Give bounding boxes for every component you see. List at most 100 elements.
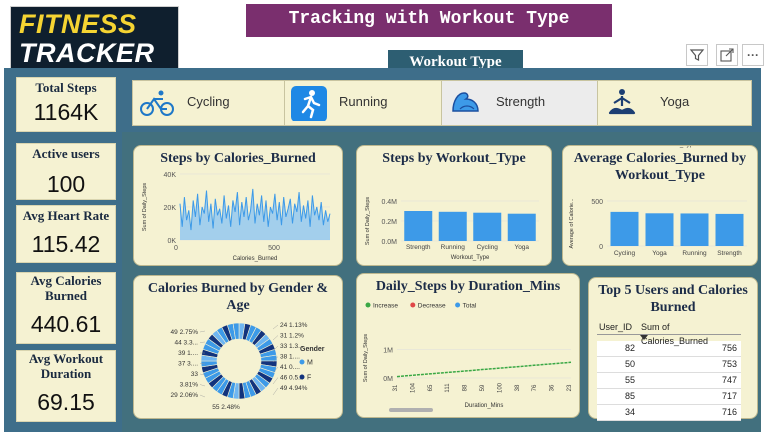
legend-marker xyxy=(365,302,371,308)
card-avg-calories[interactable]: Average Calories_Burned by Workout_Type … xyxy=(562,145,758,266)
slicer-item-yoga[interactable]: Yoga xyxy=(597,80,752,126)
cell-calories: 756 xyxy=(721,343,737,353)
donut-data-label: 24 1.13% xyxy=(280,322,308,329)
bar-cycling xyxy=(473,212,502,241)
slicer-label: Running xyxy=(339,94,388,109)
legend-title: Gender xyxy=(300,346,325,353)
y-tick-label: 500 xyxy=(591,199,603,206)
card-steps-by-calories[interactable]: Steps by Calories_Burned 40K 20K 0K 0 500 Cal… xyxy=(133,145,343,266)
kpi-value: 440.61 xyxy=(30,311,102,337)
y-axis-label: Sum of Daily_Steps xyxy=(142,183,148,232)
donut-data-label: 31 1.2% xyxy=(280,333,304,340)
table-body: 82 756 50 753 55 747 85 717 34 716 xyxy=(597,341,741,421)
kpi-avg-calories: Avg Calories Burned 440.61 xyxy=(16,272,116,344)
col-header-user-id[interactable]: User_ID xyxy=(597,320,641,334)
x-tick-label: 65 xyxy=(428,384,434,391)
x-tick-label: 0 xyxy=(174,245,178,252)
table-row[interactable]: 34 716 xyxy=(597,405,741,421)
y-tick-label: 0.2M xyxy=(381,219,397,226)
donut-data-label: 49 2.75% xyxy=(171,329,199,336)
top5-table: User_ID Sum of Calories_Burned 82 756 50 75… xyxy=(597,320,741,421)
y-tick-label: 0K xyxy=(167,238,176,245)
chart-daily-steps-duration: Increase Decrease Total 1M 0M31 104 65 111 88 59 1… xyxy=(363,302,573,412)
x-axis-label: Duration_Mins xyxy=(465,403,504,409)
y-tick-label: 0.0M xyxy=(381,239,397,246)
table-row[interactable]: 55 747 xyxy=(597,373,741,389)
cell-calories: 747 xyxy=(721,375,737,385)
slicer-label: Cycling xyxy=(187,94,230,109)
y-axis-label: Sum of Daily_Steps xyxy=(363,334,369,383)
y-tick-label: 0 xyxy=(599,244,603,251)
y-tick-label: 20K xyxy=(164,205,177,212)
kpi-value: 100 xyxy=(46,171,86,197)
x-tick-label: 23 xyxy=(567,384,573,391)
expand-icon[interactable] xyxy=(716,44,738,66)
more-options-icon[interactable]: ··· xyxy=(742,44,764,66)
legend-label: M xyxy=(307,360,313,367)
donut-data-label: 55 2.48% xyxy=(212,404,240,411)
donut-data-label: 39 1.... xyxy=(178,350,198,357)
card-steps-by-workout[interactable]: Steps by Workout_Type 0.4M 0.2M 0.0M Streng… xyxy=(356,145,552,266)
table-row[interactable]: 82 756 xyxy=(597,341,741,357)
donut-data-label: 29 2.06% xyxy=(171,392,199,399)
chart-title: Top 5 Users and Calories Burned xyxy=(598,283,748,315)
donut-leader-line xyxy=(199,384,206,387)
x-tick-label: 76 xyxy=(532,384,538,391)
slicer-item-strength[interactable]: Strength xyxy=(441,80,598,126)
x-tick-label: 88 xyxy=(463,384,469,391)
x-tick-label: 111 xyxy=(445,383,451,393)
donut-data-label: 44 3.3... xyxy=(175,340,199,347)
cell-calories: 717 xyxy=(721,391,737,401)
table-row[interactable]: 50 753 xyxy=(597,357,741,373)
x-tick-label: 36 xyxy=(550,384,556,391)
cumulative-line xyxy=(396,361,572,378)
cycling-icon xyxy=(140,90,174,116)
card-top5-users[interactable]: Top 5 Users and Calories Burned User_ID … xyxy=(588,277,758,421)
app-logo: FITNESS TRACKER xyxy=(10,6,179,70)
donut-data-label: 33 xyxy=(191,371,199,378)
chart-steps-by-calories: 40K 20K 0K0 500 Calories_Burned Sum of Daily_… xyxy=(142,172,331,262)
card-calories-gender-age[interactable]: Calories Burned by Gender & Age 49 2.75%… xyxy=(133,275,343,419)
donut-leader-line xyxy=(272,377,279,385)
legend-marker xyxy=(410,302,416,308)
y-tick-label: 0M xyxy=(383,376,393,383)
card-daily-steps-duration[interactable]: Daily_Steps by Duration_Mins Increase Dec… xyxy=(356,273,580,418)
kpi-value: 1164K xyxy=(33,99,99,125)
bar-cycling xyxy=(610,211,639,246)
col-header-calories[interactable]: Sum of Calories_Burned xyxy=(641,320,741,346)
donut-data-label: 49 4.94% xyxy=(280,385,308,392)
bar-running xyxy=(438,211,467,241)
y-axis-label: Sum of Daily_Steps xyxy=(365,197,371,246)
kpi-avg-duration: Avg Workout Duration 69.15 xyxy=(16,350,116,422)
donut-leader-line xyxy=(272,387,279,396)
kpi-label: Active users xyxy=(32,146,100,161)
legend-label: Total xyxy=(463,303,477,310)
donut-data-label: 3.81% xyxy=(180,382,199,389)
yoga-icon xyxy=(608,89,636,115)
kpi-label: Avg Heart Rate xyxy=(22,208,110,223)
slicer-label: Strength xyxy=(496,94,546,109)
table-row[interactable]: 85 717 xyxy=(597,389,741,405)
kpi-active-users: Active users 100 xyxy=(16,143,116,200)
donut-leader-line xyxy=(199,394,206,398)
slicer-item-cycling[interactable]: Cycling xyxy=(132,80,285,126)
filter-icon[interactable] xyxy=(686,44,708,66)
slicer-item-running[interactable]: Running xyxy=(284,80,442,126)
sort-indicator xyxy=(597,335,741,341)
x-tick-label: 104 xyxy=(410,382,416,393)
cell-user-id: 55 xyxy=(624,375,635,385)
y-tick-label: 1M xyxy=(383,347,393,354)
x-tick-label: Yoga xyxy=(514,244,529,251)
cell-user-id: 50 xyxy=(624,359,635,369)
chart-steps-by-workout: 0.4M 0.2M 0.0M Strength Running Cycling Yoga Wo… xyxy=(365,197,539,261)
legend-label: Decrease xyxy=(418,303,446,310)
sort-descending-icon xyxy=(640,335,648,340)
donut-data-label: 37 3.... xyxy=(178,361,198,368)
legend-marker-m xyxy=(299,359,305,365)
legend-label: F xyxy=(307,375,311,382)
cell-user-id: 82 xyxy=(624,343,635,353)
y-tick-label: 40K xyxy=(164,172,177,179)
logo-line1: FITNESS xyxy=(19,9,137,39)
kpi-value: 115.42 xyxy=(31,231,101,257)
donut-leader-line xyxy=(272,335,279,341)
